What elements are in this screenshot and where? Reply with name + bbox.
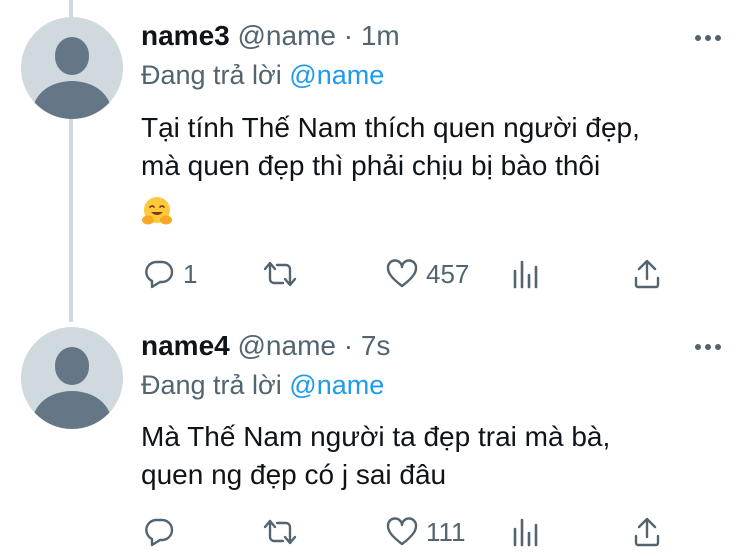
avatar-head-shape <box>55 37 89 75</box>
tweet-header: name3 @name · 1m <box>141 19 400 53</box>
like-button[interactable]: 457 <box>386 254 469 294</box>
reply-button[interactable]: 1 <box>143 254 197 294</box>
like-count: 457 <box>426 258 470 289</box>
analytics-icon <box>513 260 538 289</box>
share-button[interactable] <box>633 254 661 294</box>
share-button[interactable] <box>633 512 661 552</box>
reply-icon <box>145 260 174 289</box>
tweet[interactable]: name3 @name · 1m Đang trả lời @name Tại … <box>0 0 750 322</box>
analytics-button[interactable] <box>512 512 540 552</box>
tweet-actions: 1 457 <box>0 254 750 294</box>
analytics-icon <box>513 518 538 547</box>
retweet-button[interactable] <box>262 254 306 294</box>
tweet-header: name4 @name · 7s <box>141 329 390 363</box>
share-icon <box>634 517 660 547</box>
timestamp[interactable]: 7s <box>361 330 391 361</box>
like-count: 111 <box>426 516 466 547</box>
tweet[interactable]: name4 @name · 7s Đang trả lời @name Mà T… <box>0 322 750 557</box>
separator-dot: · <box>343 330 354 361</box>
reply-icon <box>145 518 174 547</box>
tweet-text: Mà Thế Nam người ta đẹp trai mà bà, quen… <box>141 418 741 494</box>
tweet-text: Tại tính Thế Nam thích quen người đẹp, m… <box>141 109 741 185</box>
like-icon <box>386 259 418 288</box>
mention-link[interactable]: @name <box>289 370 384 400</box>
tweet-text-line: mà quen đẹp thì phải chịu bị bào thôi <box>141 150 601 181</box>
retweet-icon <box>263 519 297 545</box>
avatar-head-shape <box>55 347 89 385</box>
replying-to-label: Đang trả lời <box>141 370 282 400</box>
reply-count: 1 <box>183 258 198 289</box>
avatar[interactable] <box>21 17 123 119</box>
analytics-button[interactable] <box>512 254 540 294</box>
timestamp[interactable]: 1m <box>361 20 400 51</box>
more-icon[interactable] <box>695 34 721 42</box>
tweet-text-line: quen ng đẹp có j sai đâu <box>141 459 447 490</box>
retweet-icon <box>263 261 297 287</box>
avatar[interactable] <box>21 327 123 429</box>
mention-link[interactable]: @name <box>289 60 384 90</box>
tweet-actions: 111 <box>0 512 750 552</box>
tweet-text-line: Mà Thế Nam người ta đẹp trai mà bà, <box>141 421 611 452</box>
separator-dot: · <box>343 20 354 51</box>
hugging-face-emoji <box>142 197 172 225</box>
like-button[interactable]: 111 <box>386 512 466 552</box>
display-name[interactable]: name4 <box>141 330 230 361</box>
avatar-body-shape <box>33 391 111 429</box>
replying-to: Đang trả lời @name <box>141 58 384 92</box>
replying-to-label: Đang trả lời <box>141 60 282 90</box>
tweet-text-line: Tại tính Thế Nam thích quen người đẹp, <box>141 112 640 143</box>
reply-button[interactable] <box>143 512 183 552</box>
more-icon[interactable] <box>695 343 721 351</box>
replying-to: Đang trả lời @name <box>141 368 384 402</box>
share-icon <box>634 259 660 289</box>
like-icon <box>386 517 418 546</box>
display-name[interactable]: name3 <box>141 20 230 51</box>
user-handle[interactable]: @name <box>238 20 336 51</box>
retweet-button[interactable] <box>262 512 306 552</box>
avatar-body-shape <box>33 81 111 119</box>
user-handle[interactable]: @name <box>238 330 336 361</box>
